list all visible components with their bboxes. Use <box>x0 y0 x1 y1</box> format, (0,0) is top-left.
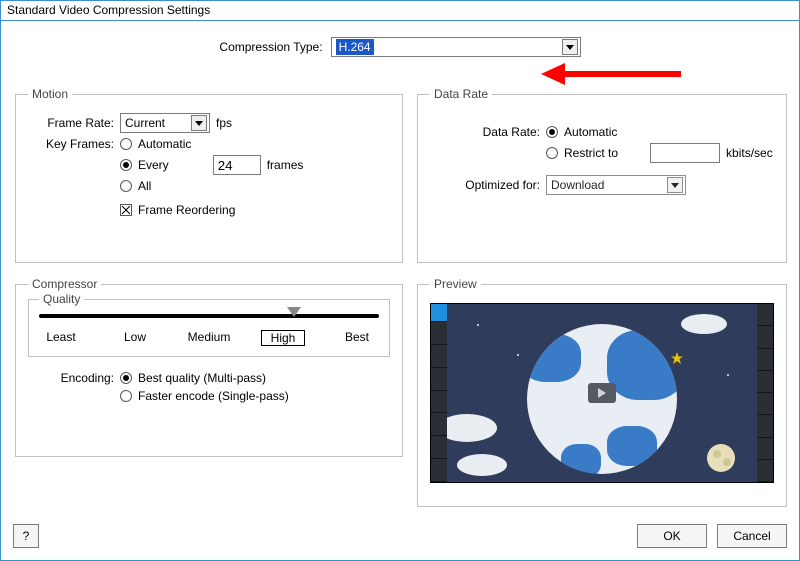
key-frames-all-label: All <box>138 179 151 193</box>
preview-tool-icon[interactable] <box>757 460 773 482</box>
data-rate-restrict-label: Restrict to <box>564 146 618 160</box>
dialog-window: Standard Video Compression Settings Comp… <box>0 0 800 561</box>
quality-legend: Quality <box>39 292 84 306</box>
quality-subgroup: Quality Least Low Medium High Best <box>28 299 390 357</box>
frame-rate-unit: fps <box>216 116 232 130</box>
data-rate-automatic-label: Automatic <box>564 125 617 139</box>
preview-legend: Preview <box>430 277 481 291</box>
frame-rate-dropdown[interactable]: Current <box>120 113 210 133</box>
preview-tool-icon[interactable] <box>431 459 447 482</box>
annotation-arrow <box>541 59 691 89</box>
dropdown-arrow-icon[interactable] <box>191 115 207 131</box>
preview-tool-icon[interactable] <box>757 371 773 393</box>
optimized-for-dropdown[interactable]: Download <box>546 175 686 195</box>
encoding-label: Encoding: <box>28 371 114 385</box>
key-frames-all-radio[interactable] <box>120 180 132 192</box>
preview-tool-icon[interactable] <box>757 326 773 348</box>
compressor-group: Compressor Quality Least Low Medium High… <box>15 277 403 457</box>
key-frames-automatic-label: Automatic <box>138 137 191 151</box>
encoding-faster-label: Faster encode (Single-pass) <box>138 389 289 403</box>
cancel-button[interactable]: Cancel <box>717 524 787 548</box>
compression-type-row: Compression Type: H.264 <box>13 37 787 57</box>
preview-tool-icon[interactable] <box>431 413 447 436</box>
preview-viewport[interactable] <box>430 303 774 483</box>
data-rate-restrict-radio[interactable] <box>546 147 558 159</box>
compression-type-value: H.264 <box>336 39 374 55</box>
key-frames-label: Key Frames: <box>28 137 114 151</box>
ok-button[interactable]: OK <box>637 524 707 548</box>
key-frames-every-radio[interactable] <box>120 159 132 171</box>
frame-reordering-label: Frame Reordering <box>138 203 235 217</box>
dropdown-arrow-icon[interactable] <box>667 177 683 193</box>
optimized-for-value: Download <box>551 178 604 192</box>
data-rate-label: Data Rate: <box>430 125 540 139</box>
encoding-faster-radio[interactable] <box>120 390 132 402</box>
preview-tool-icon[interactable] <box>757 438 773 460</box>
dialog-button-bar: ? OK Cancel <box>13 524 787 548</box>
frame-rate-label: Frame Rate: <box>28 116 114 130</box>
preview-tool-icon[interactable] <box>431 391 447 414</box>
key-frames-every-label: Every <box>138 158 169 172</box>
preview-scene <box>447 304 757 482</box>
tick-high: High <box>261 330 305 346</box>
preview-tool-icon[interactable] <box>757 415 773 437</box>
moon-graphic <box>707 444 735 472</box>
preview-tool-icon[interactable] <box>757 349 773 371</box>
dropdown-arrow-icon[interactable] <box>562 39 578 55</box>
slider-ticks: Least Low Medium High Best <box>39 330 379 346</box>
preview-left-toolbar <box>431 304 447 482</box>
data-rate-automatic-radio[interactable] <box>546 126 558 138</box>
data-rate-restrict-unit: kbits/sec <box>726 146 773 160</box>
compression-type-dropdown[interactable]: H.264 <box>331 37 581 57</box>
data-rate-legend: Data Rate <box>430 87 492 101</box>
frame-rate-value: Current <box>125 116 165 130</box>
tick-best: Best <box>335 330 379 346</box>
key-frames-automatic-radio[interactable] <box>120 138 132 150</box>
preview-group: Preview <box>417 277 787 507</box>
preview-tool-icon[interactable] <box>431 322 447 345</box>
preview-tool-icon[interactable] <box>757 393 773 415</box>
preview-tool-icon[interactable] <box>431 304 447 322</box>
data-rate-group: Data Rate Data Rate: Automatic Restrict … <box>417 87 787 263</box>
preview-tool-icon[interactable] <box>757 304 773 326</box>
key-frames-every-unit: frames <box>267 158 304 172</box>
tick-low: Low <box>113 330 157 346</box>
encoding-best-radio[interactable] <box>120 372 132 384</box>
encoding-best-label: Best quality (Multi-pass) <box>138 371 266 385</box>
compressor-legend: Compressor <box>28 277 101 291</box>
preview-tool-icon[interactable] <box>431 345 447 368</box>
tick-medium: Medium <box>187 330 231 346</box>
data-rate-restrict-input[interactable] <box>650 143 720 163</box>
motion-legend: Motion <box>28 87 72 101</box>
key-frames-every-input[interactable] <box>213 155 261 175</box>
play-icon[interactable] <box>588 383 616 403</box>
help-button[interactable]: ? <box>13 524 39 548</box>
quality-slider[interactable]: Least Low Medium High Best <box>39 314 379 346</box>
preview-right-toolbar <box>757 304 773 482</box>
slider-handle[interactable] <box>287 307 301 317</box>
frame-reordering-checkbox[interactable] <box>120 204 132 216</box>
tick-least: Least <box>39 330 83 346</box>
motion-group: Motion Frame Rate: Current fps Key Frame… <box>15 87 403 263</box>
dialog-content: Compression Type: H.264 Motion Frame Rat… <box>1 21 799 560</box>
cursor-icon <box>671 352 683 364</box>
preview-tool-icon[interactable] <box>431 436 447 459</box>
compression-type-label: Compression Type: <box>219 40 322 54</box>
preview-tool-icon[interactable] <box>431 368 447 391</box>
optimized-for-label: Optimized for: <box>430 178 540 192</box>
window-title: Standard Video Compression Settings <box>1 1 799 21</box>
